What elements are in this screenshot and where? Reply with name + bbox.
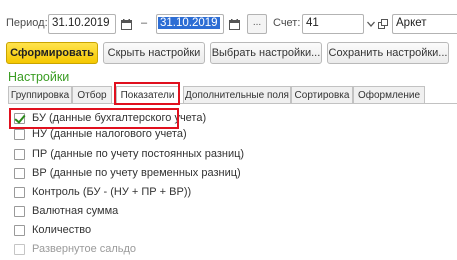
toolbar: Сформировать Скрыть настройки Выбрать на…	[0, 42, 457, 66]
tabs-divider	[8, 103, 457, 104]
date-to-value: 31.10.2019	[158, 17, 220, 29]
tab-sorting[interactable]: Сортировка	[291, 86, 353, 103]
account-value: 41	[306, 17, 319, 29]
date-to-input[interactable]: 31.10.2019	[156, 14, 224, 34]
ellipsis-label: ...	[252, 17, 262, 28]
period-dash: –	[141, 17, 148, 29]
tab-filter[interactable]: Отбор	[72, 86, 112, 103]
checkbox[interactable]	[14, 205, 25, 217]
generate-button[interactable]: Сформировать	[6, 42, 98, 64]
settings-title: Настройки	[8, 70, 70, 84]
item-label: Количество	[32, 224, 92, 236]
checkbox[interactable]	[14, 186, 25, 198]
checkbox[interactable]	[14, 128, 25, 140]
list-item-pr[interactable]: ПР (данные по учету постоянных разниц)	[14, 147, 244, 161]
item-label: Валютная сумма	[32, 205, 119, 217]
list-item-quantity[interactable]: Количество	[14, 223, 91, 237]
list-item-vr[interactable]: ВР (данные по учету временных разниц)	[14, 166, 241, 180]
calendar-from-button[interactable]	[117, 14, 135, 34]
item-label: НУ (данные налогового учета)	[32, 128, 187, 140]
item-label: Контроль (БУ - (НУ + ПР + ВР))	[32, 186, 192, 198]
checkbox[interactable]	[14, 224, 25, 236]
highlight-frame-item	[9, 108, 179, 129]
chevron-down-icon	[367, 21, 375, 27]
analytic-value: Аркет	[396, 17, 427, 29]
calendar-icon	[228, 18, 240, 30]
list-item-expanded-balance: Развернутое сальдо	[14, 242, 136, 256]
account-open-button[interactable]	[376, 14, 390, 34]
list-item-currency[interactable]: Валютная сумма	[14, 204, 118, 218]
date-from-input[interactable]: 31.10.2019	[48, 14, 116, 34]
checkbox-disabled	[14, 243, 25, 255]
save-settings-button[interactable]: Сохранить настройки...	[327, 42, 449, 64]
checkbox[interactable]	[14, 148, 25, 160]
list-item-control[interactable]: Контроль (БУ - (НУ + ПР + ВР))	[14, 185, 191, 199]
checkbox[interactable]	[14, 167, 25, 179]
date-from-value: 31.10.2019	[52, 17, 110, 29]
period-label: Период:	[6, 17, 48, 29]
choose-period-button[interactable]: ...	[247, 14, 267, 34]
filter-bar: Период: 31.10.2019 – 31.10.2019 ... Счет…	[0, 13, 457, 35]
item-label: ВР (данные по учету временных разниц)	[32, 167, 241, 179]
item-label: ПР (данные по учету постоянных разниц)	[32, 148, 245, 160]
highlight-frame-tab	[114, 82, 180, 105]
account-label: Счет:	[273, 17, 301, 29]
hide-settings-button[interactable]: Скрыть настройки	[103, 42, 205, 64]
calendar-to-button[interactable]	[225, 14, 243, 34]
choose-settings-button[interactable]: Выбрать настройки...	[210, 42, 322, 64]
open-link-icon	[378, 19, 388, 29]
item-label: Развернутое сальдо	[32, 243, 137, 255]
list-item-nu[interactable]: НУ (данные налогового учета)	[14, 127, 187, 141]
analytic-input[interactable]: Аркет	[392, 14, 457, 34]
tab-additional-fields[interactable]: Дополнительные поля	[183, 86, 291, 103]
tab-grouping[interactable]: Группировка	[8, 86, 72, 103]
account-input[interactable]: 41	[302, 14, 364, 34]
calendar-icon	[120, 18, 132, 30]
tab-formatting[interactable]: Оформление	[353, 86, 425, 103]
